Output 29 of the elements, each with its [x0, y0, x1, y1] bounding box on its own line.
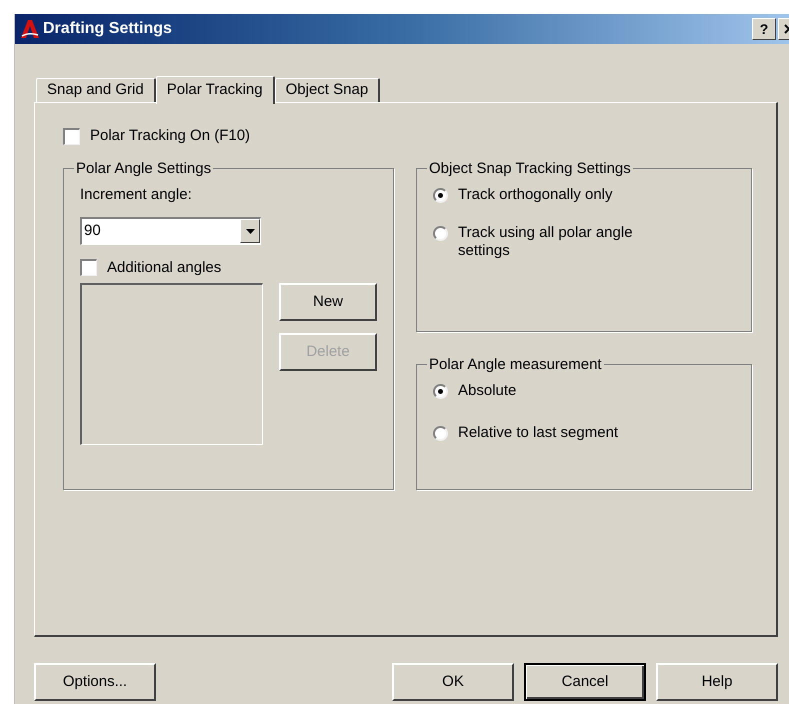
- radio-label: Absolute: [458, 382, 518, 400]
- checkbox[interactable]: [80, 259, 97, 276]
- dialog-button[interactable]: Cancel: [524, 663, 646, 701]
- help-button[interactable]: ?: [752, 18, 776, 40]
- dialog-button[interactable]: OK: [392, 663, 514, 701]
- dialog-button[interactable]: Help: [656, 663, 778, 701]
- action-button[interactable]: New: [279, 283, 377, 321]
- radio-button[interactable]: [433, 384, 448, 399]
- group-title: Polar Angle Settings: [75, 158, 212, 178]
- radio-button[interactable]: [433, 188, 448, 203]
- group-title: Polar Angle measurement: [428, 354, 603, 374]
- radio-button[interactable]: [433, 426, 448, 441]
- tab[interactable]: Object Snap: [274, 78, 380, 102]
- radio-button[interactable]: [433, 226, 448, 241]
- app-logo-icon: [19, 18, 41, 40]
- checkbox-label: Polar Tracking On (F10): [90, 126, 250, 146]
- checkbox-label: Additional angles: [107, 258, 222, 278]
- group-title: Object Snap Tracking Settings: [428, 158, 632, 178]
- radio-label: Track using all polar angle settings: [458, 224, 634, 260]
- dialog-button[interactable]: Options...: [34, 663, 156, 701]
- tab[interactable]: Snap and Grid: [36, 78, 156, 102]
- angle-list[interactable]: [80, 283, 263, 445]
- dropdown[interactable]: 90: [80, 216, 261, 244]
- radio-label: Track orthogonally only: [458, 186, 614, 204]
- checkbox[interactable]: [63, 128, 80, 145]
- tab[interactable]: Polar Tracking: [156, 76, 275, 104]
- radio-label: Relative to last segment: [458, 424, 620, 442]
- window-title: Drafting Settings: [43, 19, 172, 39]
- field-label: Increment angle:: [80, 185, 193, 205]
